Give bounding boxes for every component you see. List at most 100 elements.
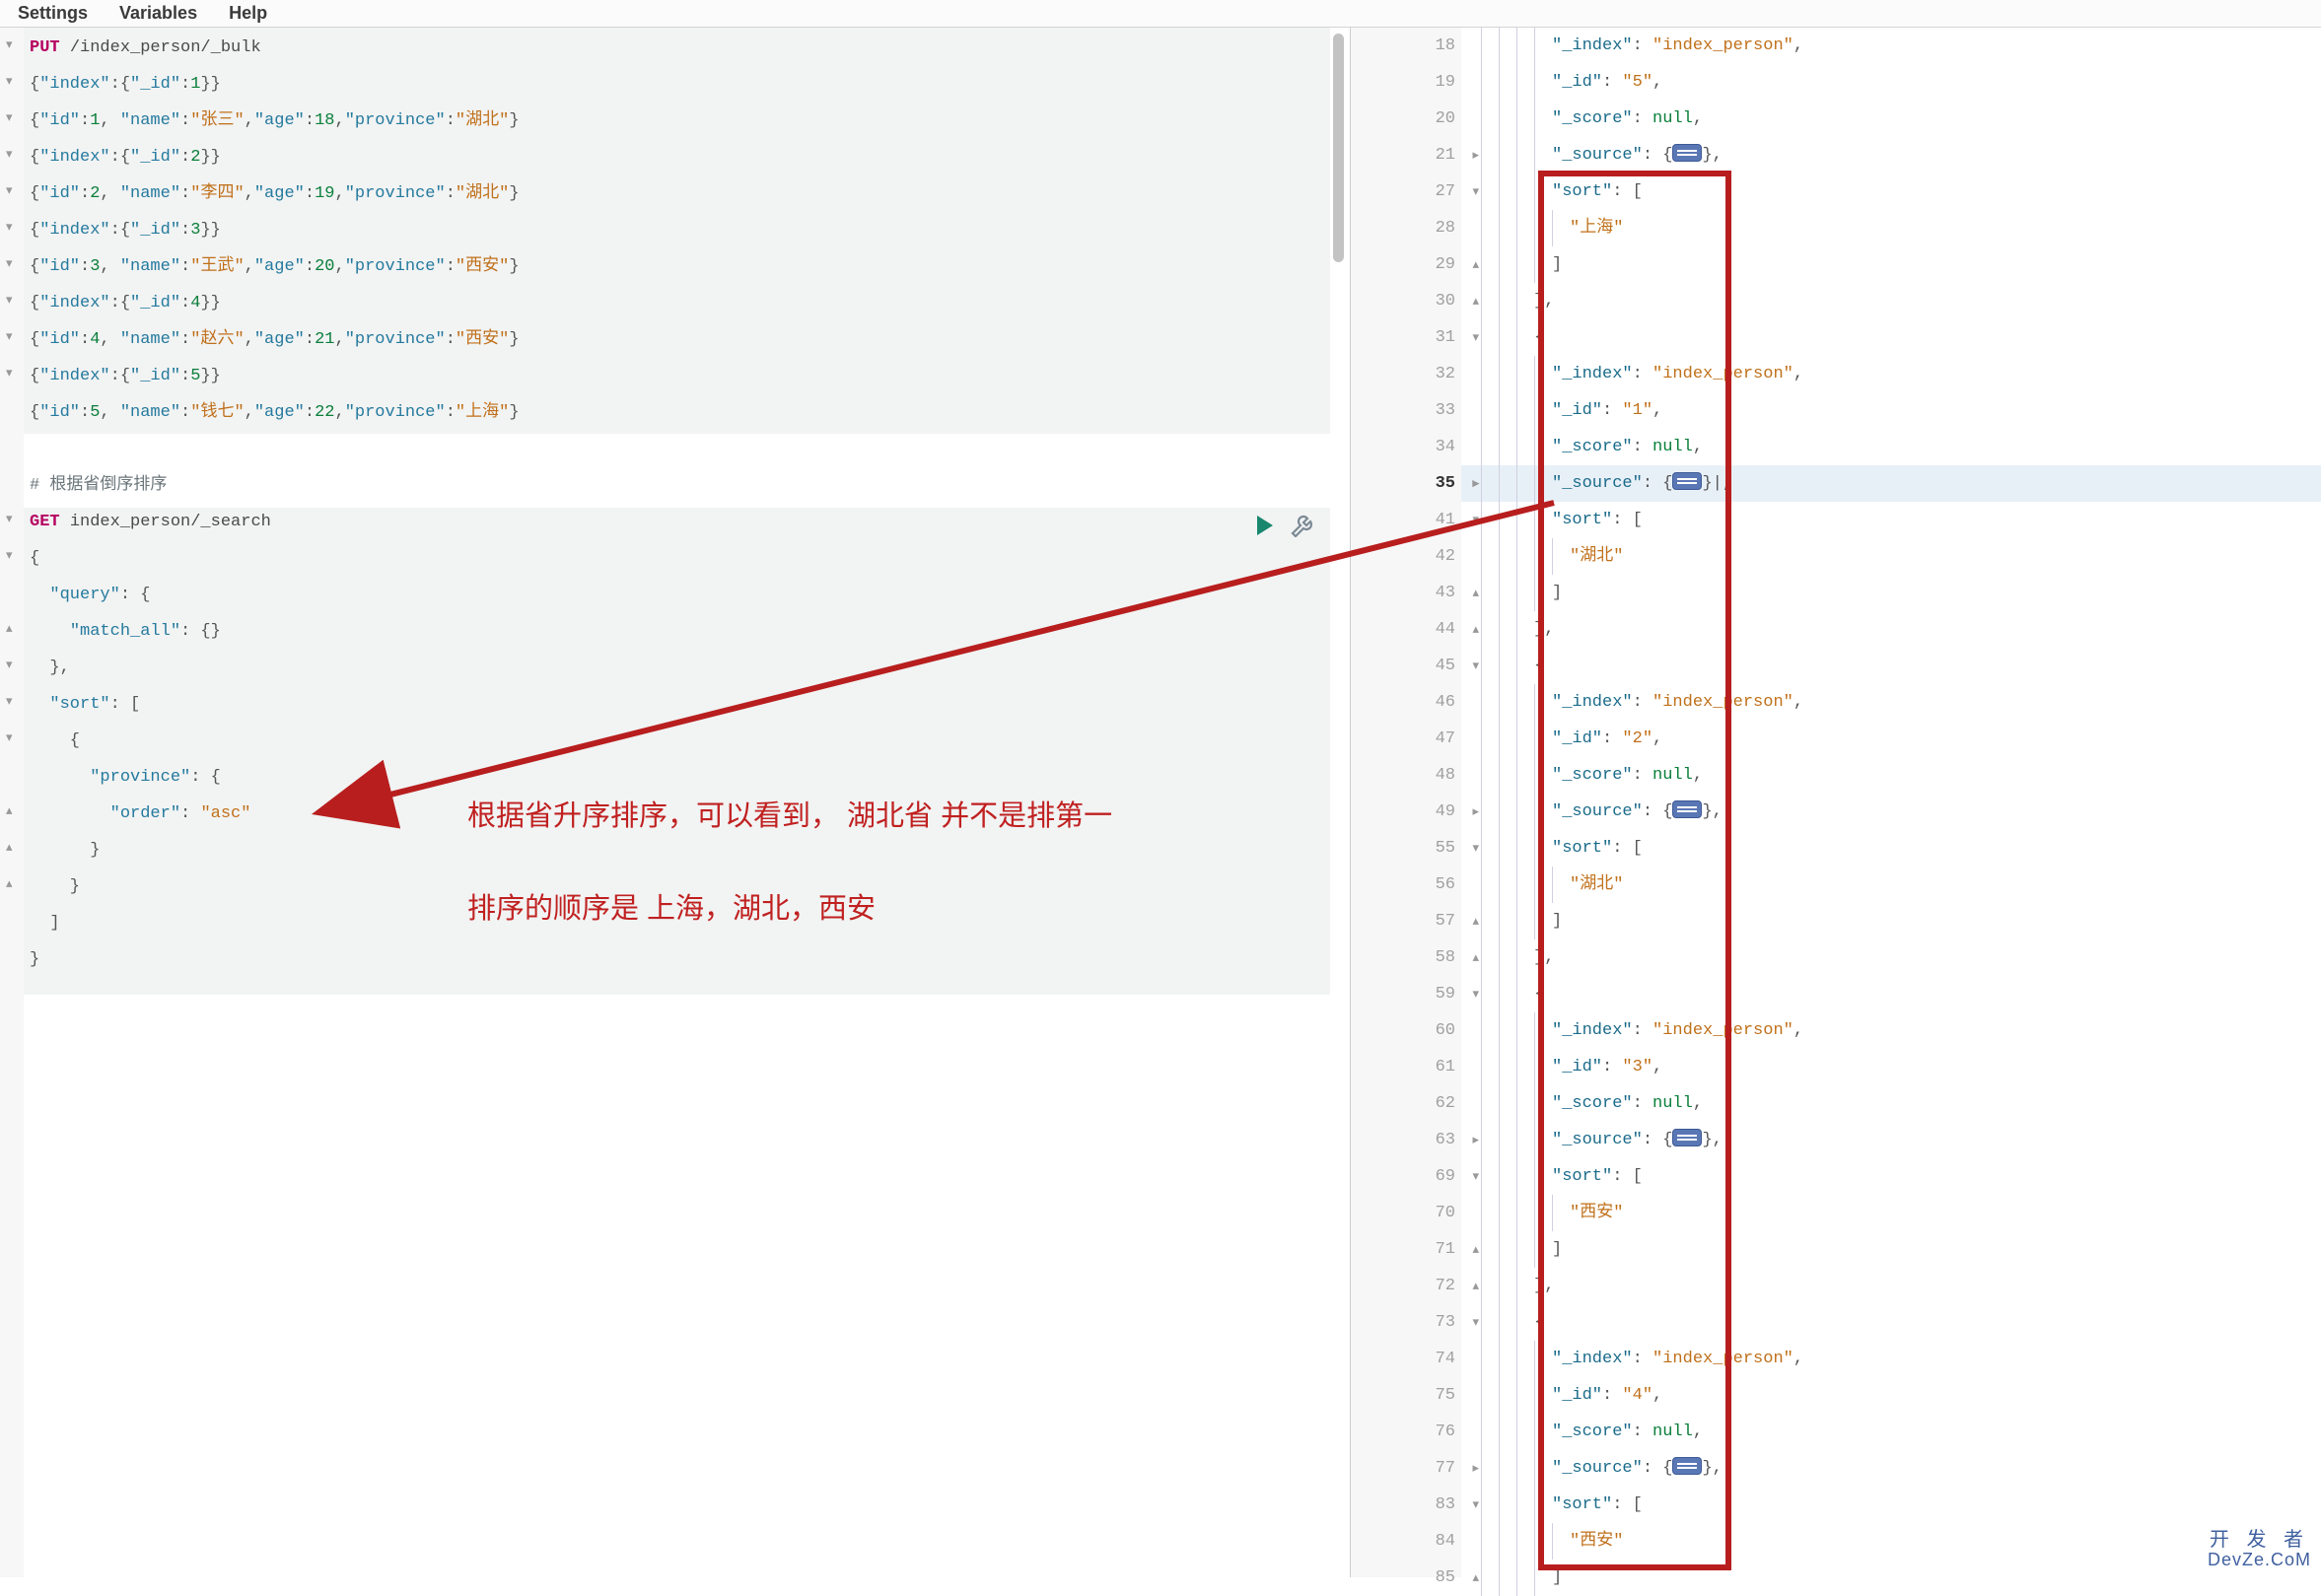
fold-toggle[interactable]: ▸ bbox=[1472, 794, 1479, 830]
response-viewer-pane: 18192021▸27▾2829▴30▴31▾32333435▸41▾4243▴… bbox=[1351, 28, 2321, 1577]
fold-toggle[interactable]: ▸ bbox=[1472, 465, 1479, 502]
fold-toggle[interactable]: ▾ bbox=[6, 730, 13, 745]
line-number: 33 bbox=[1351, 392, 1461, 429]
fold-toggle[interactable]: ▾ bbox=[1472, 976, 1479, 1012]
line-number: 28 bbox=[1351, 210, 1461, 246]
line-number: 75 bbox=[1351, 1377, 1461, 1414]
line-number: 29▴ bbox=[1351, 246, 1461, 283]
fold-toggle[interactable]: ▾ bbox=[1472, 1158, 1479, 1195]
line-number: 45▾ bbox=[1351, 648, 1461, 684]
line-number: 76 bbox=[1351, 1414, 1461, 1450]
line-number: 42 bbox=[1351, 538, 1461, 575]
line-number: 46 bbox=[1351, 684, 1461, 721]
line-number: 59▾ bbox=[1351, 976, 1461, 1012]
watermark-bottom: DevZe.CoM bbox=[2208, 1551, 2311, 1569]
fold-toggle[interactable]: ▴ bbox=[1472, 246, 1479, 283]
fold-toggle[interactable]: ▴ bbox=[1472, 1231, 1479, 1268]
left-gutter: ▾ ▾ ▾ ▾ ▾ ▾ ▾ ▾ ▾ ▾ ▾ ▾ ▴ ▾ ▾ ▾ ▴ ▴ ▴ bbox=[0, 28, 24, 1577]
fold-toggle[interactable]: ▾ bbox=[6, 183, 13, 198]
menu-settings[interactable]: Settings bbox=[18, 3, 88, 24]
fold-toggle[interactable]: ▸ bbox=[1472, 1122, 1479, 1158]
fold-toggle[interactable]: ▴ bbox=[6, 621, 13, 636]
annotation-text-1: 根据省升序排序，可以看到， 湖北省 并不是排第一 bbox=[467, 793, 1112, 834]
fold-toggle[interactable]: ▴ bbox=[1472, 1268, 1479, 1304]
run-request-icon[interactable] bbox=[1255, 515, 1275, 536]
request-editor[interactable]: PUT /index_person/_bulk{"index":{"_id":1… bbox=[30, 30, 1338, 978]
line-number: 62 bbox=[1351, 1085, 1461, 1122]
fold-toggle[interactable]: ▾ bbox=[1472, 830, 1479, 867]
fold-toggle[interactable]: ▾ bbox=[6, 220, 13, 235]
line-number: 72▴ bbox=[1351, 1268, 1461, 1304]
line-number: 49▸ bbox=[1351, 794, 1461, 830]
fold-toggle[interactable]: ▾ bbox=[6, 74, 13, 89]
fold-toggle[interactable]: ▴ bbox=[1472, 611, 1479, 648]
fold-toggle[interactable]: ▾ bbox=[6, 694, 13, 709]
line-number: 60 bbox=[1351, 1012, 1461, 1049]
fold-toggle[interactable]: ▴ bbox=[6, 803, 13, 818]
line-number: 74 bbox=[1351, 1341, 1461, 1377]
line-number: 55▾ bbox=[1351, 830, 1461, 867]
line-number: 18 bbox=[1351, 28, 1461, 64]
fold-toggle[interactable]: ▾ bbox=[6, 147, 13, 162]
fold-toggle[interactable]: ▾ bbox=[1472, 173, 1479, 210]
fold-toggle[interactable]: ▾ bbox=[6, 329, 13, 344]
fold-toggle[interactable]: ▾ bbox=[6, 256, 13, 271]
fold-toggle[interactable]: ▾ bbox=[1472, 502, 1479, 538]
fold-toggle[interactable]: ▾ bbox=[1472, 319, 1479, 356]
line-number: 20 bbox=[1351, 101, 1461, 137]
line-number: 77▸ bbox=[1351, 1450, 1461, 1487]
line-number: 70 bbox=[1351, 1195, 1461, 1231]
line-number: 44▴ bbox=[1351, 611, 1461, 648]
fold-toggle[interactable]: ▾ bbox=[6, 293, 13, 308]
fold-toggle[interactable]: ▾ bbox=[6, 512, 13, 526]
response-viewer[interactable]: "_index": "index_person","_id": "5","_sc… bbox=[1481, 28, 1803, 1596]
watermark-top: 开 发 者 bbox=[2208, 1530, 2311, 1551]
line-number: 41▾ bbox=[1351, 502, 1461, 538]
fold-toggle[interactable]: ▴ bbox=[6, 840, 13, 855]
line-number: 73▾ bbox=[1351, 1304, 1461, 1341]
line-number: 43▴ bbox=[1351, 575, 1461, 611]
fold-toggle[interactable]: ▾ bbox=[6, 658, 13, 672]
line-number: 63▸ bbox=[1351, 1122, 1461, 1158]
line-number: 35▸ bbox=[1351, 465, 1461, 502]
line-number: 58▴ bbox=[1351, 939, 1461, 976]
fold-toggle[interactable]: ▾ bbox=[6, 366, 13, 381]
fold-toggle[interactable]: ▾ bbox=[6, 110, 13, 125]
fold-toggle[interactable]: ▸ bbox=[1472, 1450, 1479, 1487]
fold-toggle[interactable]: ▸ bbox=[1472, 137, 1479, 173]
line-number: 47 bbox=[1351, 721, 1461, 757]
fold-toggle[interactable]: ▾ bbox=[6, 548, 13, 563]
line-number: 69▾ bbox=[1351, 1158, 1461, 1195]
line-number: 84 bbox=[1351, 1523, 1461, 1560]
fold-toggle[interactable]: ▴ bbox=[1472, 575, 1479, 611]
line-number: 31▾ bbox=[1351, 319, 1461, 356]
line-number: 56 bbox=[1351, 867, 1461, 903]
request-editor-pane: ▾ ▾ ▾ ▾ ▾ ▾ ▾ ▾ ▾ ▾ ▾ ▾ ▴ ▾ ▾ ▾ ▴ ▴ ▴ PUT /index_person/_b… bbox=[0, 28, 1351, 1577]
auto-indent-icon[interactable] bbox=[1289, 514, 1314, 537]
fold-toggle[interactable]: ▴ bbox=[1472, 903, 1479, 939]
fold-toggle[interactable]: ▴ bbox=[1472, 283, 1479, 319]
line-number: 19 bbox=[1351, 64, 1461, 101]
fold-toggle[interactable]: ▴ bbox=[6, 876, 13, 891]
line-number: 71▴ bbox=[1351, 1231, 1461, 1268]
line-number: 30▴ bbox=[1351, 283, 1461, 319]
menu-variables[interactable]: Variables bbox=[119, 3, 197, 24]
fold-toggle[interactable]: ▴ bbox=[1472, 939, 1479, 976]
line-number: 83▾ bbox=[1351, 1487, 1461, 1523]
fold-toggle[interactable]: ▾ bbox=[1472, 1487, 1479, 1523]
menubar: Settings Variables Help bbox=[0, 0, 2321, 28]
line-number: 32 bbox=[1351, 356, 1461, 392]
line-number: 48 bbox=[1351, 757, 1461, 794]
annotation-text-2: 排序的顺序是 上海，湖北，西安 bbox=[467, 885, 876, 927]
fold-toggle[interactable]: ▾ bbox=[1472, 1304, 1479, 1341]
fold-toggle[interactable]: ▴ bbox=[1472, 1560, 1479, 1596]
watermark: 开 发 者 DevZe.CoM bbox=[2208, 1530, 2311, 1569]
menu-help[interactable]: Help bbox=[229, 3, 267, 24]
line-number: 34 bbox=[1351, 429, 1461, 465]
right-gutter: 18192021▸27▾2829▴30▴31▾32333435▸41▾4243▴… bbox=[1351, 28, 1461, 1577]
line-number: 21▸ bbox=[1351, 137, 1461, 173]
line-number: 85▴ bbox=[1351, 1560, 1461, 1596]
fold-toggle[interactable]: ▾ bbox=[6, 37, 13, 52]
fold-toggle[interactable]: ▾ bbox=[1472, 648, 1479, 684]
line-number: 61 bbox=[1351, 1049, 1461, 1085]
